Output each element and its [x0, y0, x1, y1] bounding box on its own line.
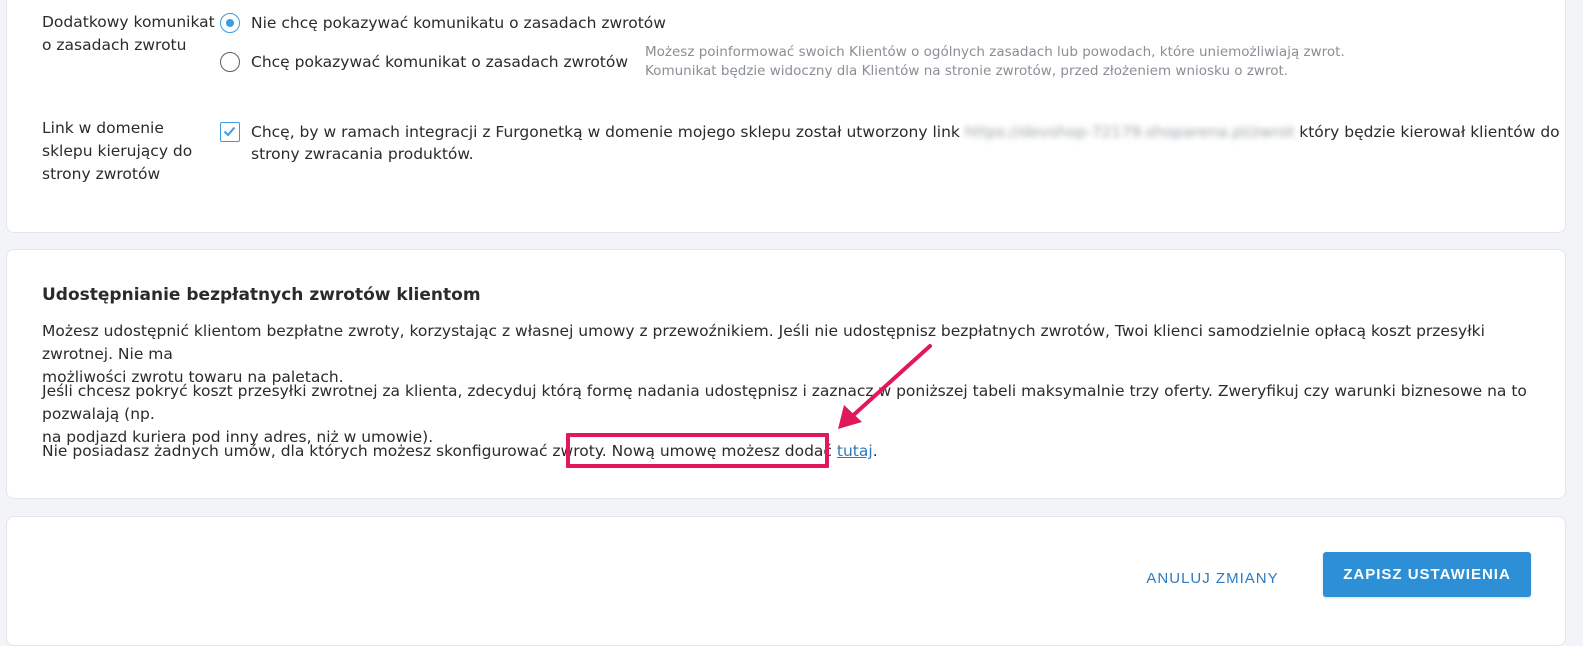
- option-show-message-label[interactable]: Chcę pokazywać komunikat o zasadach zwro…: [251, 51, 628, 73]
- add-contract-link[interactable]: tutaj: [837, 442, 873, 460]
- highlight-box: [566, 433, 829, 468]
- store-link-checkbox[interactable]: [220, 122, 240, 142]
- radio-no-message[interactable]: [220, 13, 240, 33]
- cancel-changes-button[interactable]: ANULUJ ZMIANY: [1130, 565, 1295, 593]
- annotation-arrow-icon: [838, 344, 932, 429]
- save-settings-button[interactable]: ZAPISZ USTAWIENIA: [1323, 552, 1531, 597]
- store-link-label: Link w domenie sklepu kierujący do stron…: [42, 119, 193, 183]
- free-returns-paragraph-1: Możesz udostępnić klientom bezpłatne zwr…: [42, 322, 1485, 386]
- returns-message-label: Dodatkowy komunikat o zasadach zwrotu: [42, 13, 215, 54]
- store-link-description: Chcę, by w ramach integracji z Furgonetk…: [251, 123, 1560, 163]
- returns-settings-card: [6, 0, 1566, 233]
- free-returns-title: Udostępnianie bezpłatnych zwrotów klient…: [42, 285, 481, 305]
- returns-message-hint: Możesz poinformować swoich Klientów o og…: [645, 44, 1345, 79]
- option-no-message-label[interactable]: Nie chcę pokazywać komunikatu o zasadach…: [251, 12, 666, 34]
- checkmark-icon: [223, 126, 236, 137]
- radio-show-message[interactable]: [220, 52, 240, 72]
- store-link-url: https://devshop-72179.shoparena.pl/zwrot: [964, 123, 1295, 141]
